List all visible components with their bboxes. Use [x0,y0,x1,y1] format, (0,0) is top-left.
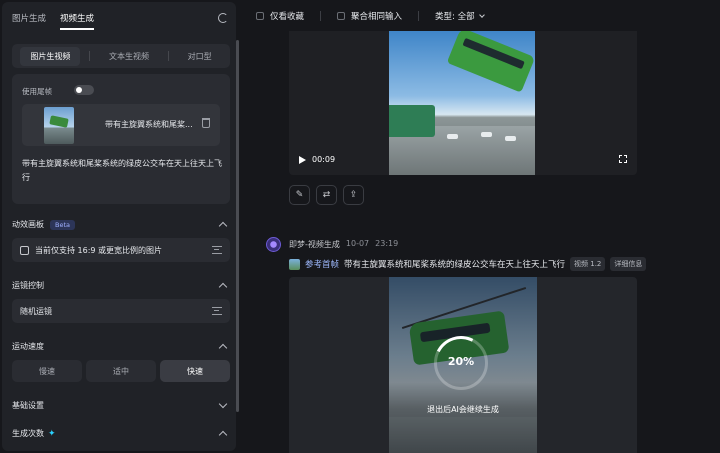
speed-section: 运动速度 慢速 适中 快速 [12,341,230,382]
result-prompt: 带有主旋翼系统和尾桨系统的绿皮公交车在天上往天上飞行 [344,260,566,270]
edit-icon[interactable]: ✎ [289,185,310,205]
speed-title: 运动速度 [12,342,44,351]
tab-lip-sync[interactable]: 对口型 [178,47,222,66]
divider [418,11,420,21]
camera-header[interactable]: 运镜控制 [12,280,230,292]
favorites-only-checkbox[interactable]: 仅看收藏 [256,10,304,22]
video-time: 00:09 [312,155,336,164]
results-toolbar: 仅看收藏 聚合相同输入 类型: 全部 [256,10,485,22]
result-date: 10-07 [345,239,370,248]
chevron-down-icon [478,11,485,18]
use-last-frame-label: 使用尾帧 [22,87,52,96]
left-panel-scrollbar[interactable] [236,40,239,412]
parked-bus-image [389,105,435,137]
video-frame-1 [389,31,535,175]
camera-select[interactable]: 随机运镜 [12,299,230,323]
favorites-only-label: 仅看收藏 [270,12,305,22]
tab-text-to-video[interactable]: 文本生视频 [99,47,159,66]
version-badge: 视频 1.2 [570,257,606,271]
camera-title: 运镜控制 [12,281,44,290]
motion-canvas-header[interactable]: 动效画板 Beta [12,219,230,231]
flying-bus-image [446,31,535,93]
sub-tabs: 图片生视频 文本生视频 对口型 [12,44,230,68]
motion-canvas-section: 动效画板 Beta 当前仅支持 16:9 或更宽比例的图片 [12,219,230,262]
gen-count-title: 生成次数 [12,429,44,438]
settings-sliders-icon[interactable] [212,246,222,254]
trash-icon[interactable] [202,118,210,128]
car [447,134,458,139]
share-icon[interactable]: ⇪ [343,185,364,205]
frame-thumbnail [44,107,74,144]
basic-settings-header[interactable]: 基础设置 [12,399,230,411]
aggregate-input-label: 聚合相同输入 [351,12,403,22]
divider [89,51,91,61]
gen-count-section: 生成次数 ✦ [12,428,230,440]
car [481,132,492,137]
video-controls: 00:09 [299,155,335,164]
divider [167,51,169,61]
parking-lot-image [389,417,537,453]
uploaded-frame-card[interactable]: 带有主旋翼系统和尾桨... [22,104,220,146]
car [505,136,516,141]
checkbox-icon [337,12,346,20]
tab-image-to-video[interactable]: 图片生视频 [20,46,81,66]
result-time: 23:19 [375,239,399,248]
prompt-box: 使用尾帧 带有主旋翼系统和尾桨... 带有主旋翼系统和尾桨系统的绿皮公交车在天上… [12,74,230,204]
beta-badge: Beta [50,219,75,230]
camera-section: 运镜控制 随机运镜 [12,280,230,323]
video-player-2[interactable]: 20% 退出后AI会继续生成 [289,277,637,453]
tab-image-generation[interactable]: 图片生成 [12,12,46,30]
reference-frame-link[interactable]: 参考首帧 [305,258,339,270]
top-tabs: 图片生成 视频生成 [12,12,94,30]
progress-hint: 退出后AI会继续生成 [427,405,499,414]
chevron-up-icon[interactable] [218,282,228,292]
camera-value: 随机运镜 [20,306,52,316]
motion-canvas-note: 当前仅支持 16:9 或更宽比例的图片 [35,245,163,255]
reference-thumbnail[interactable] [289,258,300,270]
prompt-text[interactable]: 带有主旋翼系统和尾桨系统的绿皮公交车在天上往天上飞行 [22,157,222,185]
chevron-up-icon[interactable] [218,430,228,440]
speed-options: 慢速 适中 快速 [12,360,230,382]
frame-name: 带有主旋翼系统和尾桨... [105,120,193,129]
speed-slow-button[interactable]: 慢速 [12,360,82,382]
refresh-icon[interactable] [218,13,228,23]
type-filter-dropdown[interactable]: 类型: 全部 [435,10,485,22]
details-button[interactable]: 详细信息 [610,257,647,271]
rotor-image [401,286,527,330]
sparkle-icon: ✦ [48,428,56,439]
motion-canvas-title: 动效画板 [12,220,44,229]
motion-canvas-box[interactable]: 当前仅支持 16:9 或更宽比例的图片 [12,238,230,262]
progress-percent: 20% [447,355,475,368]
gen-count-header[interactable]: 生成次数 ✦ [12,428,230,440]
result-info-line: 参考首帧 带有主旋翼系统和尾桨系统的绿皮公交车在天上往天上飞行 视频 1.2 详… [289,257,647,271]
fullscreen-icon[interactable] [619,155,627,163]
type-filter-label: 类型: 全部 [435,12,475,22]
video-player-1[interactable]: 00:09 [289,31,637,175]
left-panel: 图片生成 视频生成 图片生视频 文本生视频 对口型 使用尾帧 带有主旋翼系统和尾… [2,2,236,451]
basic-settings-section[interactable]: 基础设置 [12,399,230,411]
canvas-icon [20,245,29,255]
play-icon[interactable] [299,155,306,164]
divider [320,11,322,21]
chevron-up-icon[interactable] [218,343,228,353]
settings-sliders-icon[interactable] [212,307,222,315]
chevron-up-icon[interactable] [218,221,228,231]
author-name: 即梦-视频生成 [289,240,340,249]
speed-medium-button[interactable]: 适中 [86,360,156,382]
result-meta: 即梦-视频生成 10-07 23:19 [289,239,398,250]
regenerate-icon[interactable]: ⇄ [316,185,337,205]
basic-settings-title: 基础设置 [12,401,44,410]
chevron-down-icon[interactable] [218,399,228,409]
checkbox-icon [256,12,264,20]
speed-header[interactable]: 运动速度 [12,341,230,353]
avatar [266,237,281,252]
aggregate-input-checkbox[interactable]: 聚合相同输入 [337,10,402,22]
video-actions: ✎ ⇄ ⇪ [289,185,364,205]
use-last-frame-toggle[interactable] [74,85,94,95]
speed-fast-button[interactable]: 快速 [160,360,230,382]
tab-video-generation[interactable]: 视频生成 [60,12,94,30]
